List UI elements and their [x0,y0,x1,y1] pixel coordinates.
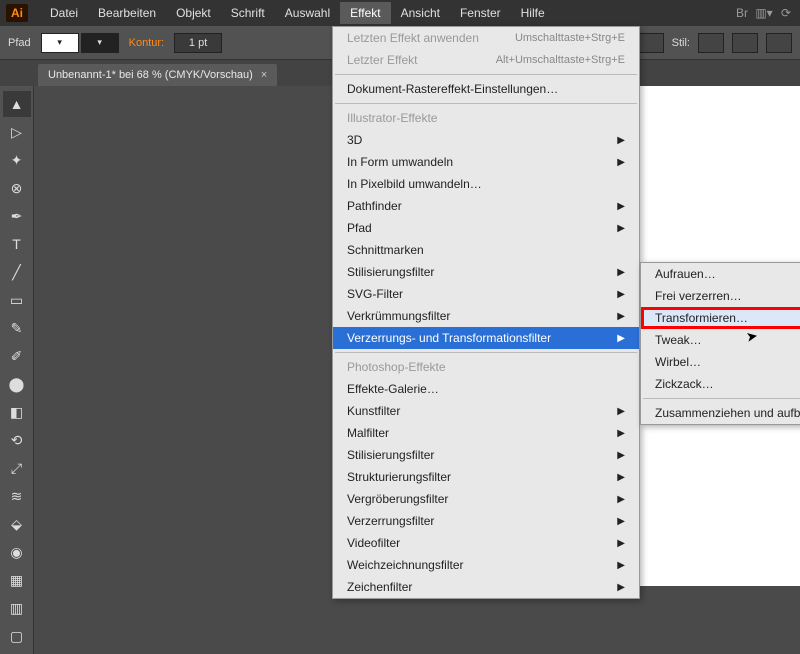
menu-cropmarks[interactable]: Schnittmarken [333,239,639,261]
photoshop-effects-header: Photoshop-Effekte [333,356,639,378]
stroke-swatch[interactable]: ▾ [81,33,119,53]
tool-shape-builder[interactable]: ◉ [3,539,31,565]
menubar: Ai Datei Bearbeiten Objekt Schrift Auswa… [0,0,800,26]
menu-effekt[interactable]: Effekt [340,2,390,24]
tool-lasso[interactable]: ⊗ [3,175,31,201]
menu-stylize[interactable]: Stilisierungsfilter▶ [333,261,639,283]
align-box[interactable] [732,33,758,53]
menu-hilfe[interactable]: Hilfe [511,2,555,24]
menu-effect-gallery[interactable]: Effekte-Galerie… [333,378,639,400]
fill-swatch[interactable]: ▾ [41,33,79,53]
tool-eraser[interactable]: ◧ [3,399,31,425]
menu-schrift[interactable]: Schrift [221,2,275,24]
tool-artboard[interactable]: ▢ [3,623,31,649]
tool-free-transform[interactable]: ⬙ [3,511,31,537]
tool-pencil[interactable]: ✐ [3,343,31,369]
tool-type[interactable]: T [3,231,31,257]
menu-bearbeiten[interactable]: Bearbeiten [88,2,166,24]
menu-distort-transform[interactable]: Verzerrungs- und Transformationsfilter▶ [333,327,639,349]
doc-close-icon[interactable]: × [261,69,267,81]
menu-3d[interactable]: 3D▶ [333,129,639,151]
tool-blob[interactable]: ⬤ [3,371,31,397]
menu-distort-ps[interactable]: Verzerrungsfilter▶ [333,510,639,532]
tool-selection[interactable]: ▲ [3,91,31,117]
menu-raster-settings[interactable]: Dokument-Rastereffekt-Einstellungen… [333,78,639,100]
menu-brushstrokes[interactable]: Malfilter▶ [333,422,639,444]
tool-scale[interactable]: ⤢ [3,455,31,481]
menu-convert-shape[interactable]: In Form umwandeln▶ [333,151,639,173]
menu-rasterize[interactable]: In Pixelbild umwandeln… [333,173,639,195]
tool-brush[interactable]: ✎ [3,315,31,341]
illustrator-effects-header: Illustrator-Effekte [333,107,639,129]
menu-artistic[interactable]: Kunstfilter▶ [333,400,639,422]
submenu-zigzag[interactable]: Zickzack… [641,373,800,395]
tool-direct-select[interactable]: ▷ [3,119,31,145]
menu-ansicht[interactable]: Ansicht [391,2,450,24]
submenu-twist[interactable]: Wirbel… [641,351,800,373]
submenu-tweak[interactable]: Tweak… [641,329,800,351]
submenu-transform[interactable]: Transformieren… [641,307,800,329]
tool-rectangle[interactable]: ▭ [3,287,31,313]
tool-pen[interactable]: ✒ [3,203,31,229]
submenu-roughen[interactable]: Aufrauen… [641,263,800,285]
tool-panel: ▲ ▷ ✦ ⊗ ✒ T ╱ ▭ ✎ ✐ ⬤ ◧ ⟲ ⤢ ≋ ⬙ ◉ ▦ ▥ ▢ [0,86,34,654]
menu-auswahl[interactable]: Auswahl [275,2,340,24]
style-box[interactable] [698,33,724,53]
tool-rotate[interactable]: ⟲ [3,427,31,453]
menu-blur[interactable]: Weichzeichnungsfilter▶ [333,554,639,576]
effect-menu-dropdown: Letzten Effekt anwendenUmschalttaste+Str… [332,26,640,599]
menu-datei[interactable]: Datei [40,2,88,24]
tool-graph[interactable]: ▥ [3,595,31,621]
menu-objekt[interactable]: Objekt [166,2,221,24]
stroke-weight-input[interactable]: 1 pt [174,33,222,53]
menu-texture[interactable]: Strukturierungsfilter▶ [333,466,639,488]
arrange-icon[interactable]: ▥▾ [756,5,772,21]
mode-label: Pfad [8,37,31,49]
menu-path[interactable]: Pfad▶ [333,217,639,239]
tool-magic-wand[interactable]: ✦ [3,147,31,173]
menu-warp[interactable]: Verkrümmungsfilter▶ [333,305,639,327]
doc-tab-title: Unbenannt-1* bei 68 % (CMYK/Vorschau) [48,69,253,81]
tool-line[interactable]: ╱ [3,259,31,285]
doc-tab[interactable]: Unbenannt-1* bei 68 % (CMYK/Vorschau) × [38,64,277,86]
transform-box[interactable] [766,33,792,53]
menu-video[interactable]: Videofilter▶ [333,532,639,554]
tool-gradient[interactable]: ▦ [3,567,31,593]
ai-logo: Ai [6,4,28,22]
menu-sketch[interactable]: Zeichenfilter▶ [333,576,639,598]
submenu-pucker-bloat[interactable]: Zusammenziehen und aufblasen… [641,402,800,424]
submenu-free-distort[interactable]: Frei verzerren… [641,285,800,307]
style-label: Stil: [672,37,690,49]
menu-stylize-ps[interactable]: Stilisierungsfilter▶ [333,444,639,466]
distort-transform-submenu: Aufrauen… Frei verzerren… Transformieren… [640,262,800,425]
tool-width[interactable]: ≋ [3,483,31,509]
sync-icon[interactable]: ⟳ [778,5,794,21]
menu-last-effect: Letzter EffektAlt+Umschalttaste+Strg+E [333,49,639,71]
menu-pixelate[interactable]: Vergröberungsfilter▶ [333,488,639,510]
menu-pathfinder[interactable]: Pathfinder▶ [333,195,639,217]
menu-fenster[interactable]: Fenster [450,2,511,24]
menu-svg-filter[interactable]: SVG-Filter▶ [333,283,639,305]
stroke-label: Kontur: [129,37,164,49]
menu-apply-last-effect: Letzten Effekt anwendenUmschalttaste+Str… [333,27,639,49]
opacity-box[interactable] [638,33,664,53]
bridge-icon[interactable]: Br [734,5,750,21]
